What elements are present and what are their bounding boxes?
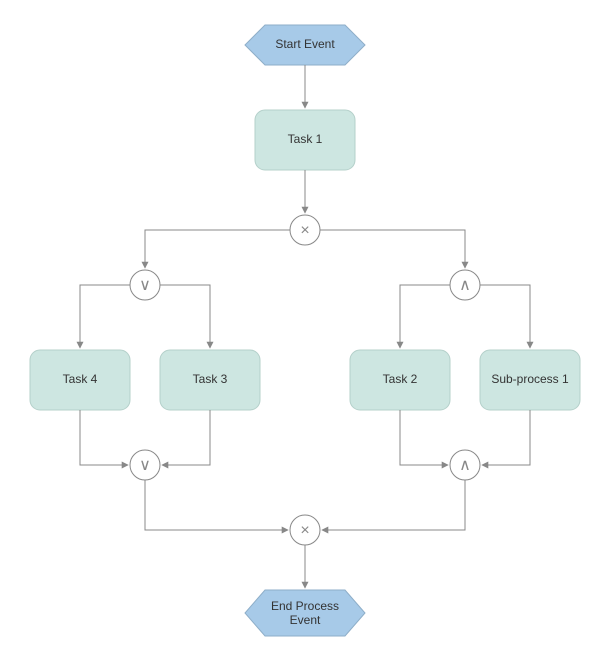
xor-top-icon: × (300, 222, 309, 239)
gateway-or-top[interactable]: ∨ (130, 270, 160, 300)
task-4[interactable]: Task 4 (30, 350, 130, 410)
or-top-icon: ∨ (139, 277, 151, 294)
gateway-and-join[interactable]: ∧ (450, 450, 480, 480)
xor-join-icon: × (300, 522, 309, 539)
task-1-label: Task 1 (288, 132, 323, 146)
start-event-label: Start Event (275, 37, 335, 51)
edge-orjoin-xorjoin (145, 480, 288, 530)
edge-xor-to-or (145, 230, 290, 268)
edge-sub1-andjoin (482, 410, 530, 465)
task-2-label: Task 2 (383, 372, 418, 386)
edge-task3-orjoin (162, 410, 210, 465)
gateway-or-join[interactable]: ∨ (130, 450, 160, 480)
subprocess-1-label: Sub-process 1 (491, 372, 569, 386)
process-diagram: Start Event Task 1 × ∨ [data-name="edge-… (0, 0, 610, 660)
gateway-xor-top[interactable]: × (290, 215, 320, 245)
edge-or-task4 (80, 285, 130, 348)
end-event-label-2: Event (290, 613, 321, 627)
edge-and-sub1 (480, 285, 530, 348)
and-top-icon: ∧ (459, 277, 471, 294)
gateway-xor-join[interactable]: × (290, 515, 320, 545)
task-3[interactable]: Task 3 (160, 350, 260, 410)
edge-xor-to-and (320, 230, 465, 268)
or-join-icon: ∨ (139, 457, 151, 474)
edge-task4-orjoin (80, 410, 128, 465)
task-2[interactable]: Task 2 (350, 350, 450, 410)
task-4-label: Task 4 (63, 372, 98, 386)
end-event[interactable]: End Process Event (245, 590, 365, 636)
edge-task2-andjoin (400, 410, 448, 465)
edge-andjoin-xorjoin (322, 480, 465, 530)
end-event-label-1: End Process (271, 599, 339, 613)
subprocess-1[interactable]: Sub-process 1 (480, 350, 580, 410)
task-3-label: Task 3 (193, 372, 228, 386)
start-event[interactable]: Start Event (245, 25, 365, 65)
edge-and-task2 (400, 285, 450, 348)
and-join-icon: ∧ (459, 457, 471, 474)
task-1[interactable]: Task 1 (255, 110, 355, 170)
gateway-and-top[interactable]: ∧ (450, 270, 480, 300)
edge-or-task3 (160, 285, 210, 348)
